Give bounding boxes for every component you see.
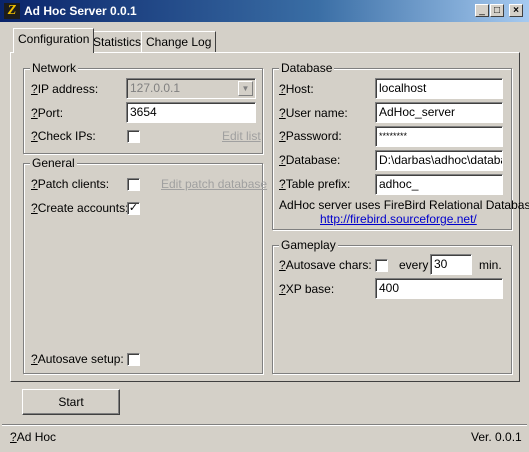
port-input[interactable]: 3654 — [126, 102, 256, 123]
footer-label: ?Ad Hoc — [10, 430, 57, 444]
help-icon[interactable]: ? — [31, 82, 38, 96]
help-icon[interactable]: ? — [279, 82, 286, 96]
help-icon[interactable]: ? — [31, 352, 38, 366]
host-input[interactable]: localhost — [375, 78, 503, 99]
general-group — [23, 163, 263, 374]
autosave-chars-label: ?Autosave chars: — [279, 258, 372, 272]
start-button[interactable]: Start — [22, 389, 120, 415]
patch-clients-checkbox[interactable] — [127, 178, 140, 191]
help-icon[interactable]: ? — [10, 430, 17, 444]
help-icon[interactable]: ? — [279, 282, 286, 296]
autosave-setup-checkbox[interactable] — [127, 353, 140, 366]
help-icon[interactable]: ? — [31, 201, 38, 215]
check-ips-label: ?Check IPs: — [31, 129, 96, 143]
footer-separator — [2, 424, 527, 426]
gameplay-group-title: Gameplay — [279, 238, 338, 252]
database-group-title: Database — [279, 61, 335, 75]
user-name-input[interactable]: AdHoc_server — [375, 102, 503, 123]
table-prefix-label: ?Table prefix: — [279, 177, 351, 191]
help-icon[interactable]: ? — [31, 177, 38, 191]
every-label: every — [399, 258, 429, 272]
autosave-chars-checkbox[interactable] — [375, 259, 388, 272]
maximize-button[interactable]: □ — [490, 4, 504, 17]
help-icon[interactable]: ? — [31, 129, 38, 143]
app-icon: Z — [4, 3, 20, 19]
tab-statistics[interactable]: Statistics — [88, 31, 147, 53]
xp-base-label: ?XP base: — [279, 282, 335, 296]
create-accounts-checkbox[interactable]: ✓ — [127, 202, 140, 215]
close-button[interactable]: × — [509, 4, 523, 17]
help-icon[interactable]: ? — [279, 153, 286, 167]
autosave-setup-label: ?Autosave setup: — [31, 352, 124, 366]
minutes-label: min. — [479, 258, 502, 272]
check-ips-checkbox[interactable] — [127, 130, 140, 143]
window-title: Ad Hoc Server 0.0.1 — [24, 4, 137, 18]
help-icon[interactable]: ? — [279, 106, 286, 120]
edit-list-link[interactable]: Edit list — [222, 128, 261, 144]
minimize-button[interactable]: _ — [475, 4, 489, 17]
table-prefix-input[interactable]: adhoc_ — [375, 174, 503, 195]
general-group-title: General — [30, 156, 77, 170]
help-icon[interactable]: ? — [279, 258, 286, 272]
firebird-link[interactable]: http://firebird.sourceforge.net/ — [320, 211, 477, 227]
host-label: ?Host: — [279, 82, 314, 96]
ip-address-label: ?IP address: — [31, 82, 99, 96]
version-label: Ver. 0.0.1 — [471, 430, 522, 444]
patch-clients-label: ?Patch clients: — [31, 177, 110, 191]
edit-patch-database-link[interactable]: Edit patch database — [161, 176, 267, 192]
database-label: ?Database: — [279, 153, 341, 167]
help-icon[interactable]: ? — [279, 177, 286, 191]
help-icon[interactable]: ? — [279, 129, 286, 143]
database-path-input[interactable]: D:\darbas\adhoc\databa — [375, 150, 503, 171]
network-group-title: Network — [30, 61, 79, 75]
chevron-down-icon[interactable]: ▼ — [238, 81, 253, 96]
tab-configuration[interactable]: Configuration — [13, 28, 95, 53]
autosave-interval-input[interactable]: 30 — [430, 254, 472, 275]
user-name-label: ?User name: — [279, 106, 348, 120]
create-accounts-label: ?Create accounts: — [31, 201, 129, 215]
password-label: ?Password: — [279, 129, 342, 143]
help-icon[interactable]: ? — [31, 106, 38, 120]
port-label: ?Port: — [31, 106, 64, 120]
password-input[interactable]: ******** — [375, 126, 503, 147]
tab-change-log[interactable]: Change Log — [141, 31, 217, 53]
xp-base-input[interactable]: 400 — [375, 278, 503, 299]
ip-address-select[interactable]: 127.0.0.1 ▼ — [126, 78, 256, 99]
